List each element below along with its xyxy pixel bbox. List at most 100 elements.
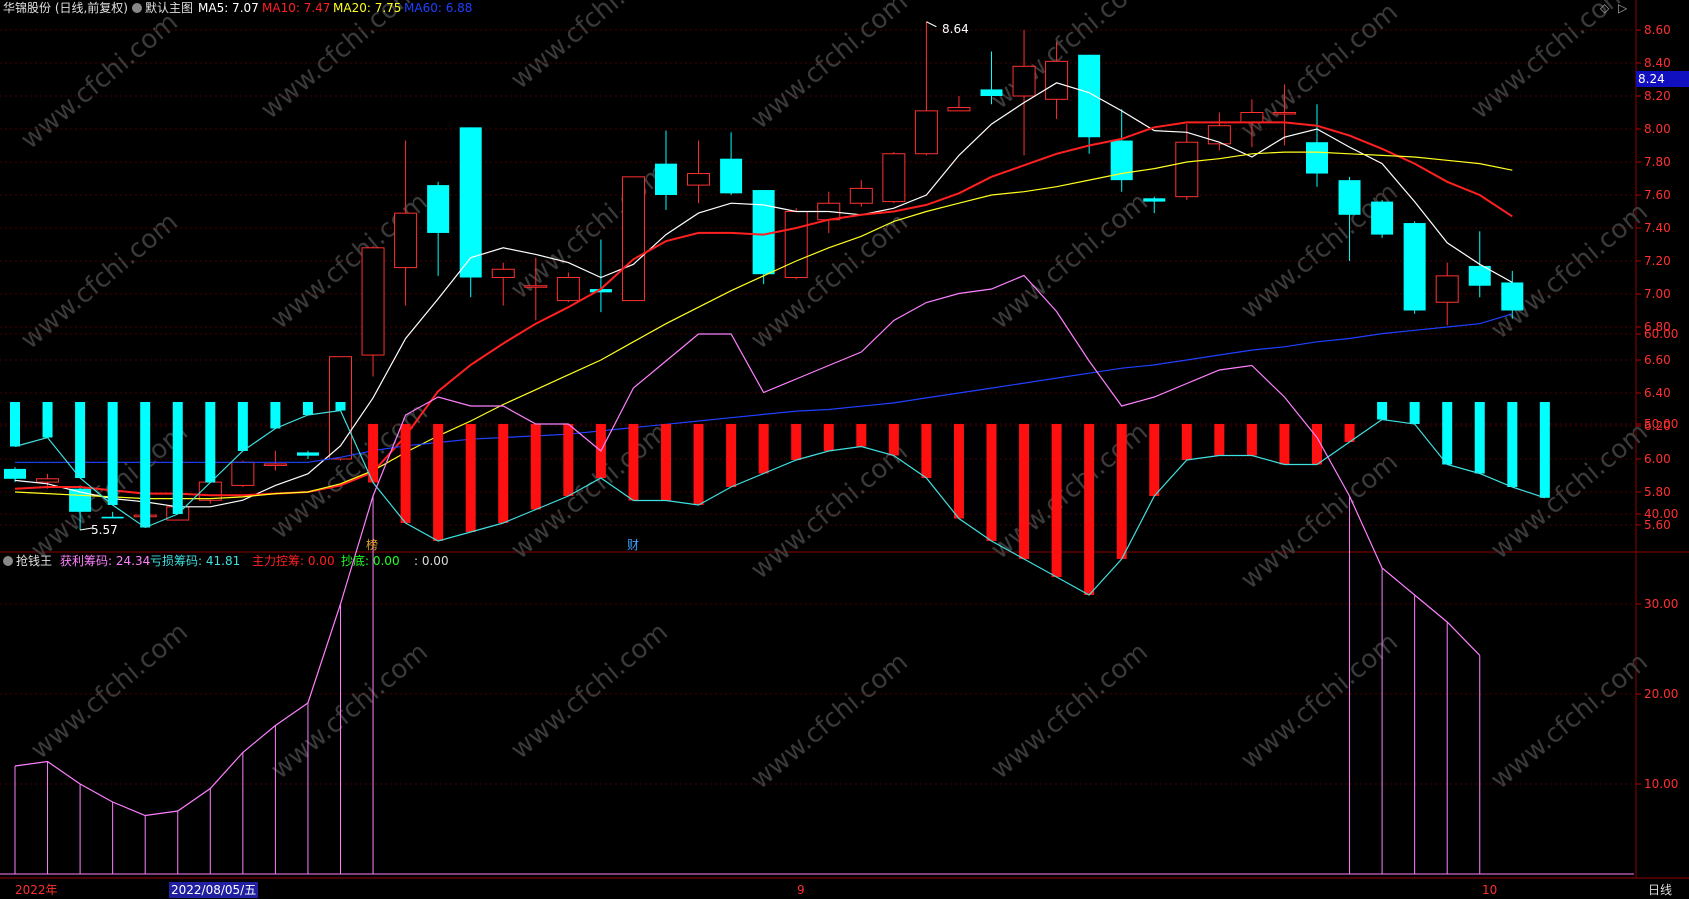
- candle-body-40: [1306, 142, 1328, 174]
- watermark-12: www.cfchi.com: [1235, 177, 1404, 325]
- indicator-bar-24: [791, 424, 802, 460]
- candle-body-13: [427, 185, 450, 233]
- ytick-label-ind-2: 40.00: [1644, 507, 1678, 521]
- indicator-bar-10: [335, 402, 346, 411]
- candle-body-27: [882, 153, 906, 203]
- ytick-label-main-3: 8.00: [1644, 122, 1671, 136]
- candle-body-42: [1371, 201, 1394, 235]
- watermark-2: www.cfchi.com: [505, 0, 674, 95]
- ma60-label: MA60: 6.88: [404, 1, 473, 15]
- ytick-label-main-2: 8.20: [1644, 89, 1671, 103]
- minimize-icon[interactable]: ▷: [1618, 0, 1627, 16]
- indicator-bar-12: [400, 424, 411, 523]
- candle-body-32: [1045, 60, 1069, 100]
- candle-body-46: [1501, 282, 1524, 311]
- indicator-bar-43: [1409, 402, 1420, 424]
- indicator-extra-label: : 0.00: [414, 554, 449, 568]
- candle-body-11: [361, 247, 385, 356]
- candle-body-19: [621, 176, 645, 302]
- stock-title: 华锦股份 (日线,前复权): [3, 1, 128, 15]
- current-price-tag: 8.24: [1636, 71, 1689, 87]
- watermark-13: www.cfchi.com: [1485, 197, 1654, 345]
- ytick-label-main-0: 8.60: [1644, 23, 1671, 37]
- candle-body-39: [1272, 112, 1296, 115]
- indicator-bar-28: [921, 424, 932, 478]
- candle-body-8: [263, 463, 287, 466]
- candle-body-12: [394, 212, 418, 269]
- high-marker-arrow: [926, 21, 937, 28]
- indicator-bar-45: [1474, 402, 1485, 474]
- watermark-4: www.cfchi.com: [985, 0, 1154, 115]
- indicator-loss-label: 亏损筹码: 41.81: [150, 554, 241, 568]
- ytick-label-main-13: 6.00: [1644, 452, 1671, 466]
- indicator-bar-17: [563, 424, 574, 496]
- indicator-bar-9: [302, 402, 313, 415]
- ytick-label-main-7: 7.20: [1644, 254, 1671, 268]
- watermark-19: www.cfchi.com: [1235, 447, 1404, 595]
- indicator-bar-38: [1246, 424, 1257, 456]
- candle-body-22: [720, 158, 743, 194]
- candle-body-3: [101, 516, 124, 519]
- watermark-5: www.cfchi.com: [1235, 0, 1404, 145]
- high-price-marker: 8.64: [942, 22, 969, 36]
- watermark-3: www.cfchi.com: [745, 0, 914, 135]
- candle-body-37: [1207, 125, 1231, 145]
- candle-body-34: [1110, 140, 1133, 181]
- ytick-label-main-8: 7.00: [1644, 287, 1671, 301]
- indicator-bar-16: [530, 424, 541, 510]
- indicator-bar-31: [1019, 424, 1030, 559]
- watermark-26: www.cfchi.com: [1235, 627, 1404, 775]
- ytick-label-main-5: 7.60: [1644, 188, 1671, 202]
- xaxis-year-label: 2022年: [15, 883, 58, 897]
- indicator-bar-36: [1181, 424, 1192, 460]
- indicator-bar-4: [140, 402, 151, 528]
- candle-body-26: [849, 187, 873, 204]
- indicator-bar-15: [498, 424, 509, 523]
- candle-body-21: [687, 173, 711, 186]
- template-selector[interactable]: 默认主图: [132, 0, 193, 16]
- expand-icon[interactable]: ◇: [1600, 0, 1609, 16]
- indicator-bar-6: [205, 402, 216, 483]
- period-selector[interactable]: 日线: [1648, 882, 1672, 898]
- xaxis-date-label[interactable]: 2022/08/05/五: [169, 882, 259, 898]
- candle-body-15: [491, 268, 515, 278]
- indicator-bar-5: [172, 402, 183, 514]
- ma10-label: MA10: 7.47: [262, 1, 331, 15]
- event-badge-cai[interactable]: 财: [627, 537, 639, 553]
- watermark-22: www.cfchi.com: [265, 637, 434, 785]
- indicator-bottom-label: 抄底: 0.00: [341, 554, 400, 568]
- ytick-label-main-1: 8.40: [1644, 56, 1671, 70]
- indicator-bar-37: [1214, 424, 1225, 456]
- indicator-bar-44: [1442, 402, 1453, 465]
- watermark-18: www.cfchi.com: [985, 417, 1154, 565]
- ma5-label: MA5: 7.07: [198, 1, 259, 15]
- ytick-label-ind-1: 50.00: [1644, 417, 1678, 431]
- ma20-label: MA20: 7.75: [333, 1, 402, 15]
- settings-icon[interactable]: [132, 3, 142, 13]
- candle-body-16: [524, 285, 548, 288]
- indicator-bar-23: [758, 424, 769, 474]
- watermark-24: www.cfchi.com: [745, 647, 914, 795]
- ytick-label-main-10: 6.60: [1644, 353, 1671, 367]
- candle-body-31: [1012, 65, 1036, 97]
- indicator-bar-46: [1507, 402, 1518, 487]
- event-badge-bang[interactable]: 榜: [366, 537, 378, 553]
- indicator-header[interactable]: 抢钱王: [3, 553, 52, 569]
- ytick-label-main-4: 7.80: [1644, 155, 1671, 169]
- candle-body-1: [36, 478, 60, 483]
- indicator-bar-20: [661, 424, 671, 501]
- indicator-bar-22: [726, 424, 737, 487]
- candle-body-35: [1143, 198, 1166, 202]
- ytick-label-main-14: 5.80: [1644, 485, 1671, 499]
- indicator-bar-32: [1051, 424, 1062, 577]
- indicator-settings-icon[interactable]: [3, 556, 13, 566]
- candle-body-24: [784, 211, 808, 278]
- candle-body-7: [231, 461, 255, 486]
- indicator-name: 抢钱王: [16, 554, 53, 568]
- chart-root: www.cfchi.com www.cfchi.com www.cfchi.com w…: [0, 0, 1689, 899]
- chart-canvas: www.cfchi.com www.cfchi.com www.cfchi.com w…: [0, 0, 1689, 879]
- candle-body-36: [1175, 141, 1199, 198]
- candle-body-41: [1338, 180, 1361, 215]
- ytick-label-ind-4: 20.00: [1644, 687, 1678, 701]
- candle-body-28: [914, 110, 938, 155]
